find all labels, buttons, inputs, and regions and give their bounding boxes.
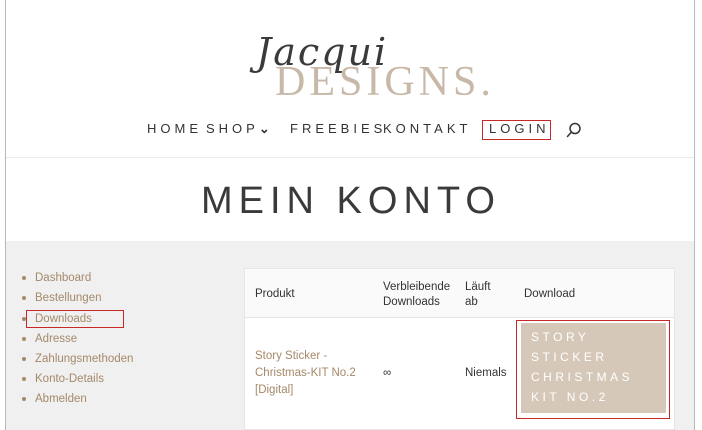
account-nav-label: Bestellungen: [35, 292, 102, 304]
bullet-icon: [22, 376, 26, 381]
account-nav-konto-details[interactable]: Konto-Details: [22, 373, 104, 385]
account-nav-label: Adresse: [35, 333, 78, 345]
bullet-icon: [22, 356, 26, 361]
account-nav-label: Dashboard: [35, 272, 92, 284]
account-nav-bestellungen[interactable]: Bestellungen: [22, 292, 102, 304]
page-title: MEIN KONTO: [201, 180, 501, 222]
account-nav-adresse[interactable]: Adresse: [22, 333, 77, 345]
download-button-highlight: [516, 320, 670, 419]
login-highlight: [482, 120, 551, 140]
main-nav: HOME SHOP⌄ FREEBIES KONTAKT LOGIN: [0, 120, 702, 140]
column-header-produkt: Produkt: [255, 288, 295, 300]
header-divider: [6, 157, 694, 158]
account-nav-abmelden[interactable]: Abmelden: [22, 393, 87, 405]
table-row-remaining: ∞: [383, 367, 392, 379]
nav-freebies[interactable]: FREEBIES: [290, 120, 386, 138]
account-nav-zahlungsmethoden[interactable]: Zahlungsmethoden: [22, 353, 133, 365]
bullet-icon: [22, 295, 26, 300]
account-nav-label: Abmelden: [35, 393, 87, 405]
account-nav-label: Zahlungsmethoden: [35, 353, 134, 365]
chevron-down-icon: ⌄: [258, 121, 270, 136]
search-icon[interactable]: [566, 122, 582, 138]
column-header-download: Download: [524, 288, 576, 300]
logo-main-text: DESIGNS.: [275, 59, 495, 105]
downloads-highlight: [26, 310, 124, 328]
table-row-expires: Niemals: [465, 367, 507, 379]
nav-kontakt[interactable]: KONTAKT: [383, 120, 471, 138]
column-header-verbleibende-downloads: Verbleibende Downloads: [383, 281, 451, 308]
nav-shop[interactable]: SHOP⌄: [206, 120, 270, 138]
bullet-icon: [22, 275, 26, 280]
bullet-icon: [22, 396, 26, 401]
site-logo[interactable]: Jacqui DESIGNS.: [0, 20, 702, 110]
account-nav-label: Konto-Details: [35, 373, 105, 385]
bullet-icon: [22, 336, 26, 341]
nav-home[interactable]: HOME: [147, 120, 202, 138]
column-header-laeuft-ab: Läuft ab: [465, 281, 491, 308]
table-row-product-link[interactable]: Story Sticker - Christmas-KIT No.2 [Digi…: [255, 348, 365, 399]
nav-shop-label: SHOP: [206, 121, 259, 136]
account-nav-dashboard[interactable]: Dashboard: [22, 272, 91, 284]
